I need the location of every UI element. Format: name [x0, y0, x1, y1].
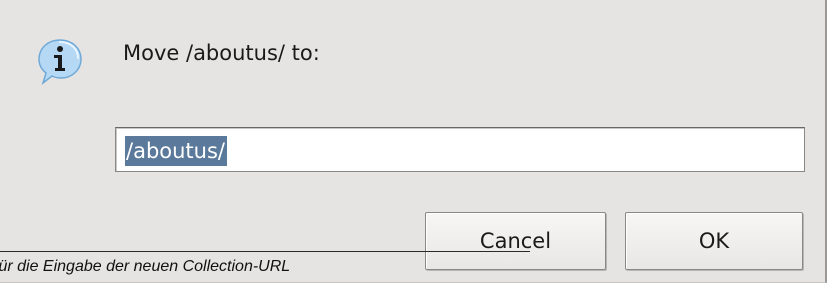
info-icon: [38, 39, 82, 86]
ok-button[interactable]: OK: [625, 212, 803, 270]
move-dialog: Move /aboutus/ to: /aboutus/ Cancel OK: [0, 0, 827, 283]
path-input[interactable]: /aboutus/: [115, 127, 805, 172]
annotation-caption: für die Eingabe der neuen Collection-URL: [0, 258, 291, 275]
cancel-button[interactable]: Cancel: [425, 212, 606, 270]
path-input-selected-text[interactable]: /aboutus/: [125, 136, 227, 166]
dialog-message: Move /aboutus/ to:: [123, 41, 320, 65]
annotation-leader-line: [0, 251, 530, 252]
